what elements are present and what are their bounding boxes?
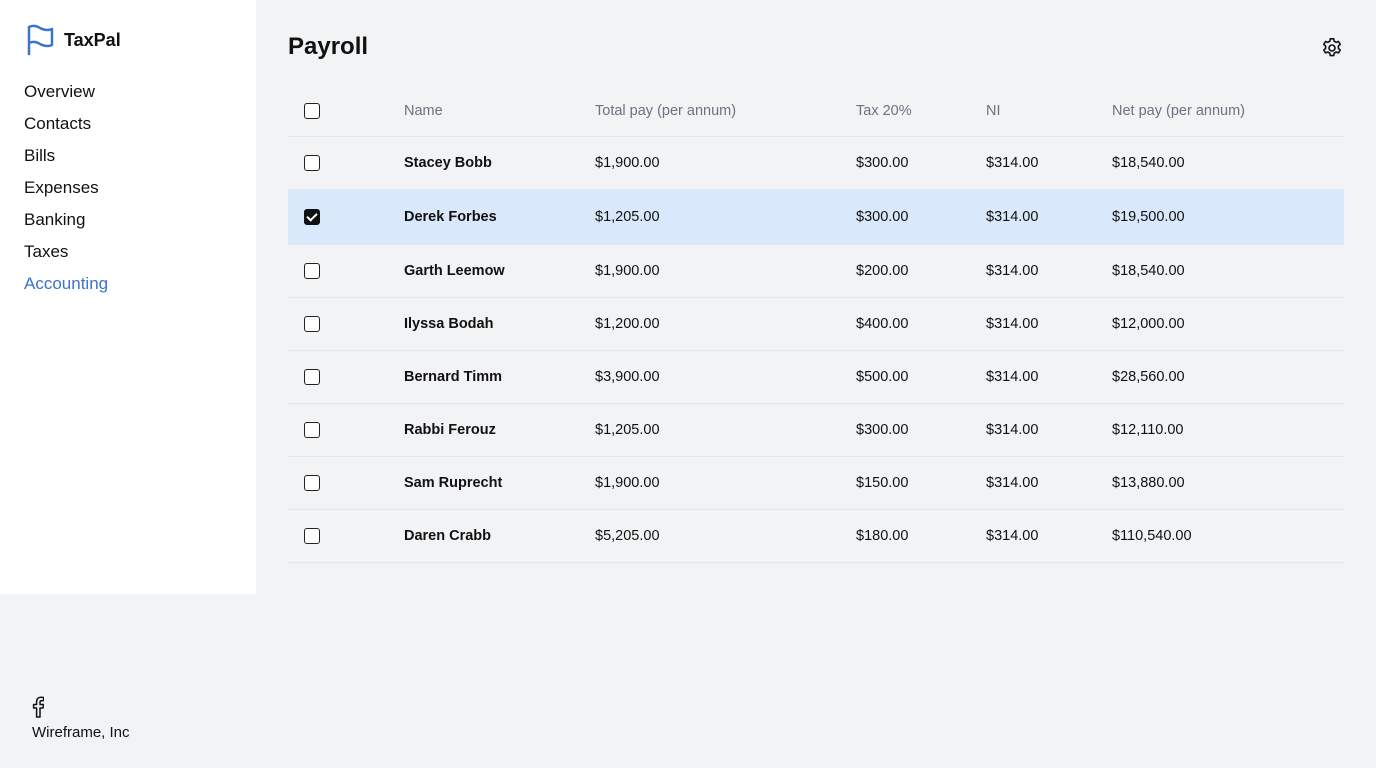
table-header: Name Total pay (per annum) Tax 20% NI Ne…	[288, 86, 1344, 137]
footer: Wireframe, Inc	[32, 696, 130, 741]
net-pay: $110,540.00	[1112, 528, 1192, 544]
table-row[interactable]: Sam Ruprecht $1,900.00 $150.00 $314.00 $…	[288, 457, 1344, 510]
brand[interactable]: TaxPal	[24, 24, 121, 56]
net-pay: $28,560.00	[1112, 369, 1185, 385]
app-name: TaxPal	[64, 29, 121, 50]
tax-amount: $150.00	[856, 475, 909, 491]
tax-amount: $300.00	[856, 155, 909, 171]
sidebar-item-overview[interactable]: Overview	[24, 80, 108, 112]
row-checkbox[interactable]	[304, 528, 320, 544]
ni-amount: $314.00	[986, 422, 1039, 438]
employee-name: Bernard Timm	[404, 369, 503, 385]
row-checkbox[interactable]	[304, 422, 320, 438]
total-pay: $1,900.00	[595, 475, 660, 491]
total-pay: $1,200.00	[595, 316, 660, 332]
ni-amount: $314.00	[986, 528, 1039, 544]
row-checkbox[interactable]	[304, 263, 320, 279]
ni-amount: $314.00	[986, 316, 1039, 332]
tax-amount: $180.00	[856, 528, 909, 544]
tax-amount: $500.00	[856, 369, 909, 385]
total-pay: $1,205.00	[595, 422, 660, 438]
page-title: Payroll	[288, 33, 369, 60]
tax-amount: $200.00	[856, 263, 909, 279]
row-checkbox[interactable]	[304, 209, 320, 225]
total-pay: $5,205.00	[595, 528, 660, 544]
row-checkbox[interactable]	[304, 369, 320, 385]
column-header-total-pay: Total pay (per annum)	[595, 103, 737, 119]
table-row[interactable]: Garth Leemow $1,900.00 $200.00 $314.00 $…	[288, 245, 1344, 298]
ni-amount: $314.00	[986, 263, 1039, 279]
sidebar-item-bills[interactable]: Bills	[24, 144, 108, 176]
row-checkbox[interactable]	[304, 475, 320, 491]
total-pay: $1,900.00	[595, 263, 660, 279]
company-name: Wireframe, Inc	[32, 724, 130, 741]
table-row[interactable]: Derek Forbes $1,205.00 $300.00 $314.00 $…	[288, 190, 1344, 245]
employee-name: Derek Forbes	[404, 209, 497, 225]
total-pay: $3,900.00	[595, 369, 660, 385]
table-row[interactable]: Ilyssa Bodah $1,200.00 $400.00 $314.00 $…	[288, 298, 1344, 351]
employee-name: Rabbi Ferouz	[404, 422, 496, 438]
column-header-tax: Tax 20%	[856, 103, 912, 119]
sidebar-item-accounting[interactable]: Accounting	[24, 272, 108, 304]
employee-name: Stacey Bobb	[404, 155, 492, 171]
payroll-table: Name Total pay (per annum) Tax 20% NI Ne…	[288, 86, 1344, 563]
total-pay: $1,900.00	[595, 155, 660, 171]
net-pay: $12,110.00	[1112, 422, 1184, 438]
ni-amount: $314.00	[986, 209, 1039, 225]
sidebar-nav: Overview Contacts Bills Expenses Banking…	[24, 80, 108, 304]
sidebar-item-banking[interactable]: Banking	[24, 208, 108, 240]
table-row[interactable]: Rabbi Ferouz $1,205.00 $300.00 $314.00 $…	[288, 404, 1344, 457]
employee-name: Daren Crabb	[404, 528, 492, 544]
gear-icon	[1323, 38, 1341, 57]
total-pay: $1,205.00	[595, 209, 660, 225]
tax-amount: $400.00	[856, 316, 909, 332]
column-header-name: Name	[404, 103, 443, 119]
table-row[interactable]: Stacey Bobb $1,900.00 $300.00 $314.00 $1…	[288, 137, 1344, 190]
flag-icon	[27, 24, 54, 56]
row-checkbox[interactable]	[304, 155, 320, 171]
net-pay: $18,540.00	[1112, 263, 1185, 279]
sidebar-item-expenses[interactable]: Expenses	[24, 176, 108, 208]
net-pay: $12,000.00	[1112, 316, 1185, 332]
tax-amount: $300.00	[856, 422, 909, 438]
column-header-net-pay: Net pay (per annum)	[1112, 103, 1245, 119]
sidebar-item-contacts[interactable]: Contacts	[24, 112, 108, 144]
ni-amount: $314.00	[986, 369, 1039, 385]
net-pay: $18,540.00	[1112, 155, 1185, 171]
row-checkbox[interactable]	[304, 316, 320, 332]
sidebar: TaxPal Overview Contacts Bills Expenses …	[0, 0, 256, 594]
facebook-icon[interactable]	[32, 696, 44, 718]
settings-button[interactable]	[1320, 36, 1344, 60]
table-row[interactable]: Daren Crabb $5,205.00 $180.00 $314.00 $1…	[288, 510, 1344, 563]
select-all-checkbox[interactable]	[304, 103, 320, 119]
sidebar-item-taxes[interactable]: Taxes	[24, 240, 108, 272]
ni-amount: $314.00	[986, 155, 1039, 171]
net-pay: $19,500.00	[1112, 209, 1185, 225]
ni-amount: $314.00	[986, 475, 1039, 491]
table-row[interactable]: Bernard Timm $3,900.00 $500.00 $314.00 $…	[288, 351, 1344, 404]
employee-name: Garth Leemow	[404, 263, 505, 279]
employee-name: Ilyssa Bodah	[404, 316, 494, 332]
employee-name: Sam Ruprecht	[404, 475, 503, 491]
column-header-ni: NI	[986, 103, 1001, 119]
tax-amount: $300.00	[856, 209, 909, 225]
net-pay: $13,880.00	[1112, 475, 1185, 491]
